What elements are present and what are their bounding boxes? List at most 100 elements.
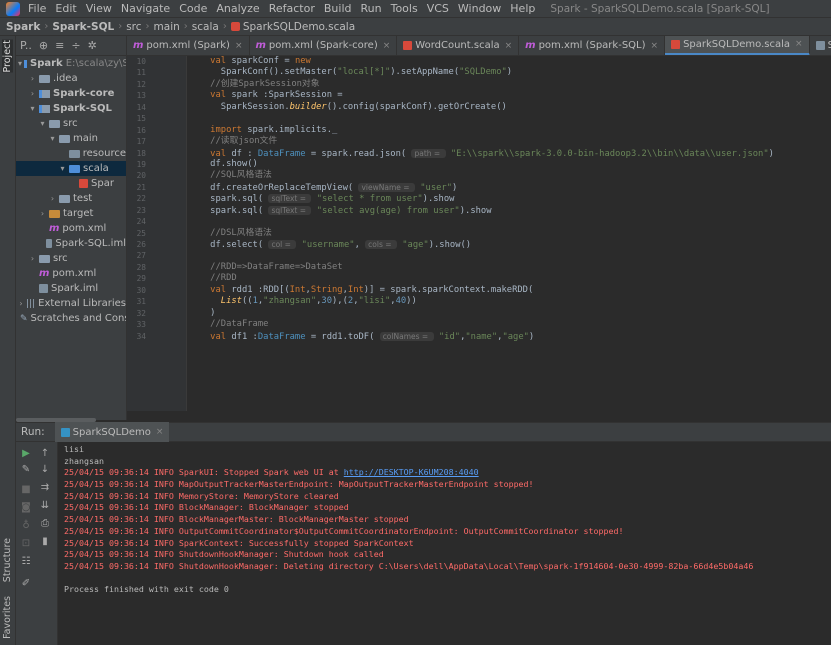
left-tool-stripe: Project Structure Favorites — [0, 36, 16, 645]
run-tab-sparksqldemo[interactable]: SparkSQLDemo × — [54, 422, 170, 442]
tree-item[interactable]: Spark-SQL.iml — [16, 236, 126, 251]
restore-layout-icon[interactable]: ⊡ — [19, 538, 33, 549]
camera-icon[interactable]: ◙ — [19, 502, 33, 513]
menu-edit[interactable]: Edit — [55, 2, 76, 15]
scroll-to-end-icon[interactable]: ⇊ — [38, 500, 52, 511]
maven-file-icon: m — [255, 40, 266, 51]
tree-item[interactable]: › ||| External Libraries — [16, 296, 126, 311]
editor-tab[interactable]: Spark.iml× — [810, 36, 831, 55]
pin-icon[interactable]: ✐ — [19, 578, 33, 589]
expand-icon[interactable]: ÷ — [71, 39, 80, 52]
print-icon[interactable]: ⎙ — [38, 518, 52, 529]
chevron-down-icon[interactable]: ▾ — [38, 119, 47, 128]
tree-item[interactable]: › .idea — [16, 71, 126, 86]
menu-navigate[interactable]: Navigate — [121, 2, 170, 15]
structure-tool-tab[interactable]: Structure — [2, 538, 13, 582]
editor-tab[interactable]: m pom.xml (Spark) × — [127, 36, 250, 55]
menu-code[interactable]: Code — [179, 2, 207, 15]
editor-tab[interactable]: SparkSQLDemo.scala × — [665, 36, 810, 55]
chevron-right-icon[interactable]: › — [18, 299, 24, 308]
up-arrow-icon[interactable]: ↑ — [38, 448, 52, 459]
editor-tab[interactable]: WordCount.scala × — [397, 36, 520, 55]
menu-view[interactable]: View — [86, 2, 112, 15]
gear-icon[interactable]: ✲ — [88, 39, 97, 52]
chevron-right-icon[interactable]: › — [48, 194, 57, 203]
wrench-icon[interactable]: ✎ — [19, 464, 33, 475]
project-tool-tab[interactable]: Project — [2, 40, 13, 73]
breadcrumb-item[interactable]: main — [154, 21, 180, 33]
iml-file-icon — [39, 284, 48, 293]
tree-item[interactable]: ✎ Scratches and Conso — [16, 311, 126, 326]
tree-item[interactable]: ▾ SparkE:\scala\zy\Sp — [16, 56, 126, 71]
breadcrumb-item[interactable]: Spark-SQL — [52, 21, 114, 33]
tree-item[interactable]: ▾ scala — [16, 161, 126, 176]
locate-icon[interactable]: ⊕ — [39, 39, 48, 52]
console-link[interactable]: http://DESKTOP-K6UM208:4040 — [344, 467, 479, 477]
chevron-right-icon[interactable]: › — [28, 89, 37, 98]
menu-tools[interactable]: Tools — [391, 2, 418, 15]
menu-build[interactable]: Build — [324, 2, 352, 15]
close-icon[interactable]: × — [505, 41, 513, 51]
tree-item[interactable]: › test — [16, 191, 126, 206]
exit-icon[interactable]: ♁ — [19, 520, 33, 531]
layout-icon[interactable]: ☷ — [19, 556, 33, 567]
trash-icon[interactable]: ▮ — [38, 536, 52, 547]
chevron-right-icon[interactable]: › — [28, 74, 37, 83]
tree-item[interactable]: › src — [16, 251, 126, 266]
tree-item[interactable]: resource — [16, 146, 126, 161]
breadcrumb-item[interactable]: SparkSQLDemo.scala — [243, 21, 355, 33]
project-view-dropdown[interactable]: P.. — [20, 39, 32, 52]
favorites-tool-tab[interactable]: Favorites — [2, 596, 13, 639]
chevron-right-icon[interactable]: › — [28, 254, 37, 263]
chevron-down-icon[interactable]: ▾ — [28, 104, 37, 113]
module-folder-icon — [39, 89, 50, 98]
tree-item[interactable]: › Spark-core — [16, 86, 126, 101]
menu-vcs[interactable]: VCS — [427, 2, 449, 15]
menu-window[interactable]: Window — [458, 2, 501, 15]
collapse-all-icon[interactable]: ≡ — [55, 39, 64, 52]
folder-icon — [49, 119, 60, 128]
console-text: 25/04/15 09:36:14 INFO MemoryStore: Memo… — [64, 490, 339, 501]
run-console[interactable]: lisi zhangsan 25/04/15 09:36:14 INFO Spark… — [58, 442, 831, 645]
folder-icon — [39, 74, 50, 83]
close-icon[interactable]: × — [235, 41, 243, 51]
rerun-icon[interactable]: ▶ — [19, 448, 33, 459]
chevron-down-icon[interactable]: ▾ — [18, 59, 22, 68]
chevron-down-icon[interactable]: ▾ — [48, 134, 57, 143]
tree-item[interactable]: ▾ src — [16, 116, 126, 131]
editor-tab[interactable]: m pom.xml (Spark-core) × — [250, 36, 398, 55]
code-token: val — [189, 284, 232, 295]
down-arrow-icon[interactable]: ↓ — [38, 464, 52, 475]
tree-item-label: pom.xml — [62, 223, 107, 234]
close-icon[interactable]: × — [795, 39, 803, 49]
chevron-right-icon[interactable]: › — [38, 209, 47, 218]
breadcrumb-item[interactable]: scala — [192, 21, 219, 33]
menu-file[interactable]: File — [28, 2, 46, 15]
code-editor[interactable]: 10 11 12 13 14 15 16 17 18 19 20 21 22 23 24 25 26 27 28 29… — [127, 56, 831, 411]
chevron-down-icon[interactable]: ▾ — [58, 164, 67, 173]
menu-analyze[interactable]: Analyze — [216, 2, 259, 15]
close-icon[interactable]: × — [651, 41, 659, 51]
tree-item[interactable]: ▾ Spark-SQL — [16, 101, 126, 116]
line-number: 28 — [136, 262, 146, 272]
tree-item[interactable]: Spar — [16, 176, 126, 191]
menu-run[interactable]: Run — [361, 2, 382, 15]
tree-item[interactable]: Spark.iml — [16, 281, 126, 296]
breadcrumb-item[interactable]: src — [126, 21, 141, 33]
line-number: 31 — [136, 297, 146, 307]
stop-icon[interactable]: ■ — [19, 484, 33, 495]
soft-wrap-icon[interactable]: ⇉ — [38, 482, 52, 493]
editor-tab[interactable]: m pom.xml (Spark-SQL) × — [519, 36, 666, 55]
close-icon[interactable]: × — [383, 41, 391, 51]
tree-item[interactable]: ▾ main — [16, 131, 126, 146]
menu-refactor[interactable]: Refactor — [269, 2, 315, 15]
tree-item[interactable]: m pom.xml — [16, 221, 126, 236]
breadcrumb-item[interactable]: Spark — [6, 21, 40, 33]
code-area[interactable]: val sparkConf = new SparkConf().setMaste… — [189, 56, 831, 411]
tree-item[interactable]: › target — [16, 206, 126, 221]
close-icon[interactable]: × — [156, 427, 164, 437]
folder-icon — [59, 134, 70, 143]
tree-item[interactable]: m pom.xml — [16, 266, 126, 281]
menu-help[interactable]: Help — [510, 2, 535, 15]
code-token: val — [189, 148, 232, 159]
